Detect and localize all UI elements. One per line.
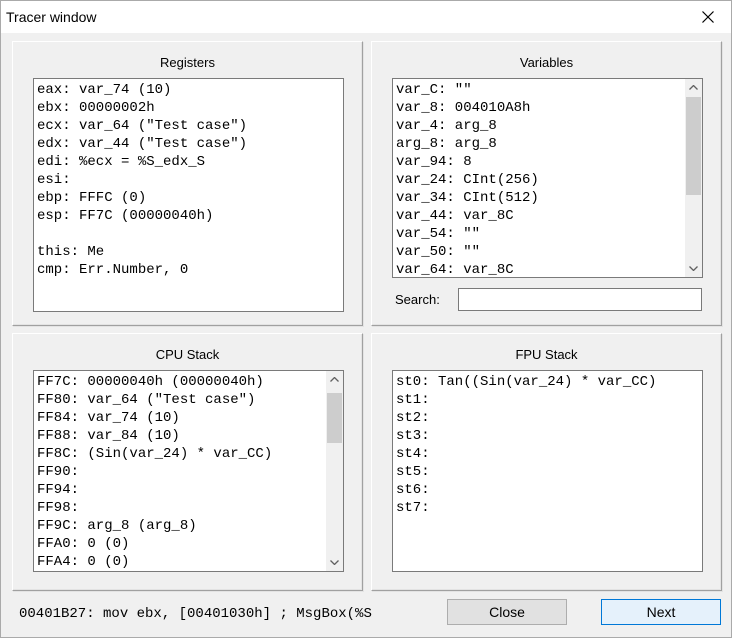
variables-listbox[interactable]: var_C: "" var_8: 004010A8h var_4: arg_8 arg… <box>392 78 703 278</box>
cpu-stack-scrollbar[interactable] <box>326 371 343 571</box>
close-window-button[interactable] <box>685 1 731 33</box>
list-item[interactable]: eax: var_74 (10) <box>37 81 247 99</box>
list-item[interactable]: esp: FF7C (00000040h) <box>37 207 247 225</box>
window-title: Tracer window <box>6 9 97 25</box>
list-item[interactable]: st2: <box>396 409 656 427</box>
cpu-stack-panel: CPU Stack FF7C: 00000040h (00000040h) FF8… <box>12 333 363 591</box>
fpu-stack-panel: FPU Stack st0: Tan((Sin(var_24) * var_CC… <box>371 333 722 591</box>
scroll-down-arrow-icon[interactable] <box>326 554 343 571</box>
list-item[interactable]: var_94: 8 <box>396 153 539 171</box>
scroll-down-arrow-icon[interactable] <box>685 260 702 277</box>
list-item[interactable]: edi: %ecx = %S_edx_S <box>37 153 247 171</box>
list-item[interactable]: FF98: <box>37 499 272 517</box>
list-item[interactable]: var_64: var_8C <box>396 261 539 277</box>
list-item[interactable]: st3: <box>396 427 656 445</box>
close-button[interactable]: Close <box>447 599 567 625</box>
list-item[interactable]: FFA4: 0 (0) <box>37 553 272 571</box>
variables-scroll-thumb[interactable] <box>686 97 701 195</box>
variables-lines: var_C: "" var_8: 004010A8h var_4: arg_8 arg… <box>396 81 539 277</box>
list-item[interactable]: st6: <box>396 481 656 499</box>
title-bar: Tracer window <box>1 1 731 33</box>
list-item[interactable]: st4: <box>396 445 656 463</box>
list-item[interactable]: cmp: Err.Number, 0 <box>37 261 247 279</box>
scroll-up-arrow-icon[interactable] <box>685 79 702 96</box>
list-item[interactable] <box>37 225 247 243</box>
list-item[interactable]: arg_8: arg_8 <box>396 135 539 153</box>
list-item[interactable]: esi: <box>37 171 247 189</box>
current-instruction: 00401B27: mov ebx, [00401030h] ; MsgBox(… <box>19 606 372 622</box>
list-item[interactable]: FF90: <box>37 463 272 481</box>
list-item[interactable]: FF8C: (Sin(var_24) * var_CC) <box>37 445 272 463</box>
list-item[interactable]: FF80: var_64 ("Test case") <box>37 391 272 409</box>
list-item[interactable]: ebx: 00000002h <box>37 99 247 117</box>
list-item[interactable]: var_8: 004010A8h <box>396 99 539 117</box>
list-item[interactable]: var_54: "" <box>396 225 539 243</box>
list-item[interactable]: st7: <box>396 499 656 517</box>
registers-lines: eax: var_74 (10) ebx: 00000002h ecx: var_6… <box>37 81 247 279</box>
list-item[interactable]: edx: var_44 ("Test case") <box>37 135 247 153</box>
registers-title: Registers <box>160 55 215 70</box>
search-input[interactable] <box>458 288 702 311</box>
list-item[interactable]: var_24: CInt(256) <box>396 171 539 189</box>
close-icon <box>702 11 714 23</box>
list-item[interactable]: ecx: var_64 ("Test case") <box>37 117 247 135</box>
list-item[interactable]: var_44: var_8C <box>396 207 539 225</box>
cpu-stack-title: CPU Stack <box>155 347 220 362</box>
registers-panel: Registers eax: var_74 (10) ebx: 00000002h… <box>12 41 363 326</box>
search-label: Search: <box>395 292 440 307</box>
cpu-stack-lines: FF7C: 00000040h (00000040h) FF80: var_64 … <box>37 373 272 571</box>
list-item[interactable]: this: Me <box>37 243 247 261</box>
cpu-stack-listbox[interactable]: FF7C: 00000040h (00000040h) FF80: var_64 … <box>33 370 344 572</box>
list-item[interactable]: var_4: arg_8 <box>396 117 539 135</box>
registers-listbox[interactable]: eax: var_74 (10) ebx: 00000002h ecx: var_6… <box>33 78 344 312</box>
list-item[interactable]: FF94: <box>37 481 272 499</box>
fpu-stack-listbox[interactable]: st0: Tan((Sin(var_24) * var_CC) st1: st2: s… <box>392 370 703 572</box>
variables-panel: Variables var_C: "" var_8: 004010A8h var_4… <box>371 41 722 326</box>
list-item[interactable]: var_50: "" <box>396 243 539 261</box>
variables-scrollbar[interactable] <box>685 79 702 277</box>
scroll-up-arrow-icon[interactable] <box>326 371 343 388</box>
list-item[interactable]: FF84: var_74 (10) <box>37 409 272 427</box>
list-item[interactable]: var_C: "" <box>396 81 539 99</box>
list-item[interactable]: ebp: FFFC (0) <box>37 189 247 207</box>
list-item[interactable]: var_34: CInt(512) <box>396 189 539 207</box>
cpu-stack-scroll-thumb[interactable] <box>327 393 342 443</box>
fpu-stack-lines: st0: Tan((Sin(var_24) * var_CC) st1: st2: s… <box>396 373 656 517</box>
fpu-stack-title: FPU Stack <box>515 347 578 362</box>
next-button[interactable]: Next <box>601 599 721 625</box>
list-item[interactable]: FFA0: 0 (0) <box>37 535 272 553</box>
variables-title: Variables <box>519 55 574 70</box>
list-item[interactable]: FF7C: 00000040h (00000040h) <box>37 373 272 391</box>
list-item[interactable]: st5: <box>396 463 656 481</box>
tracer-window: Tracer window Registers eax: var_74 (10)… <box>0 0 732 638</box>
list-item[interactable]: st0: Tan((Sin(var_24) * var_CC) <box>396 373 656 391</box>
list-item[interactable]: st1: <box>396 391 656 409</box>
list-item[interactable]: FF88: var_84 (10) <box>37 427 272 445</box>
list-item[interactable]: FF9C: arg_8 (arg_8) <box>37 517 272 535</box>
